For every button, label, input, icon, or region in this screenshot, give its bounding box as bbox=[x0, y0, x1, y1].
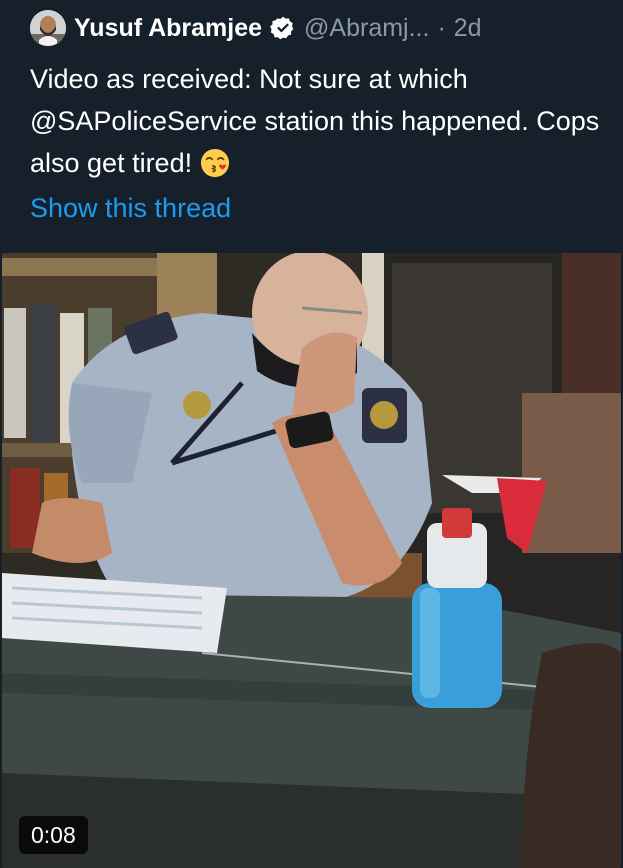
video-player[interactable]: 0:08 bbox=[2, 253, 621, 868]
separator-dot: · bbox=[437, 13, 446, 42]
video-thumbnail bbox=[2, 253, 621, 868]
tweet-card[interactable]: Yusuf Abramjee @Abramj... · 2d Video as … bbox=[0, 0, 623, 868]
tweet-timestamp[interactable]: 2d bbox=[454, 14, 482, 43]
author-handle[interactable]: @Abramj... bbox=[304, 14, 429, 43]
tweet-header: Yusuf Abramjee @Abramj... · 2d bbox=[30, 8, 482, 48]
show-thread-link[interactable]: Show this thread bbox=[30, 193, 231, 224]
avatar[interactable] bbox=[30, 10, 66, 46]
author-name[interactable]: Yusuf Abramjee bbox=[74, 14, 262, 43]
tweet-text-content: Video as received: Not sure at which @SA… bbox=[30, 64, 600, 178]
avatar-image bbox=[30, 10, 66, 46]
verified-badge-icon bbox=[270, 16, 294, 40]
kissing-face-icon bbox=[200, 148, 229, 178]
video-duration-badge: 0:08 bbox=[19, 816, 88, 854]
tweet-text: Video as received: Not sure at which @SA… bbox=[30, 58, 600, 184]
